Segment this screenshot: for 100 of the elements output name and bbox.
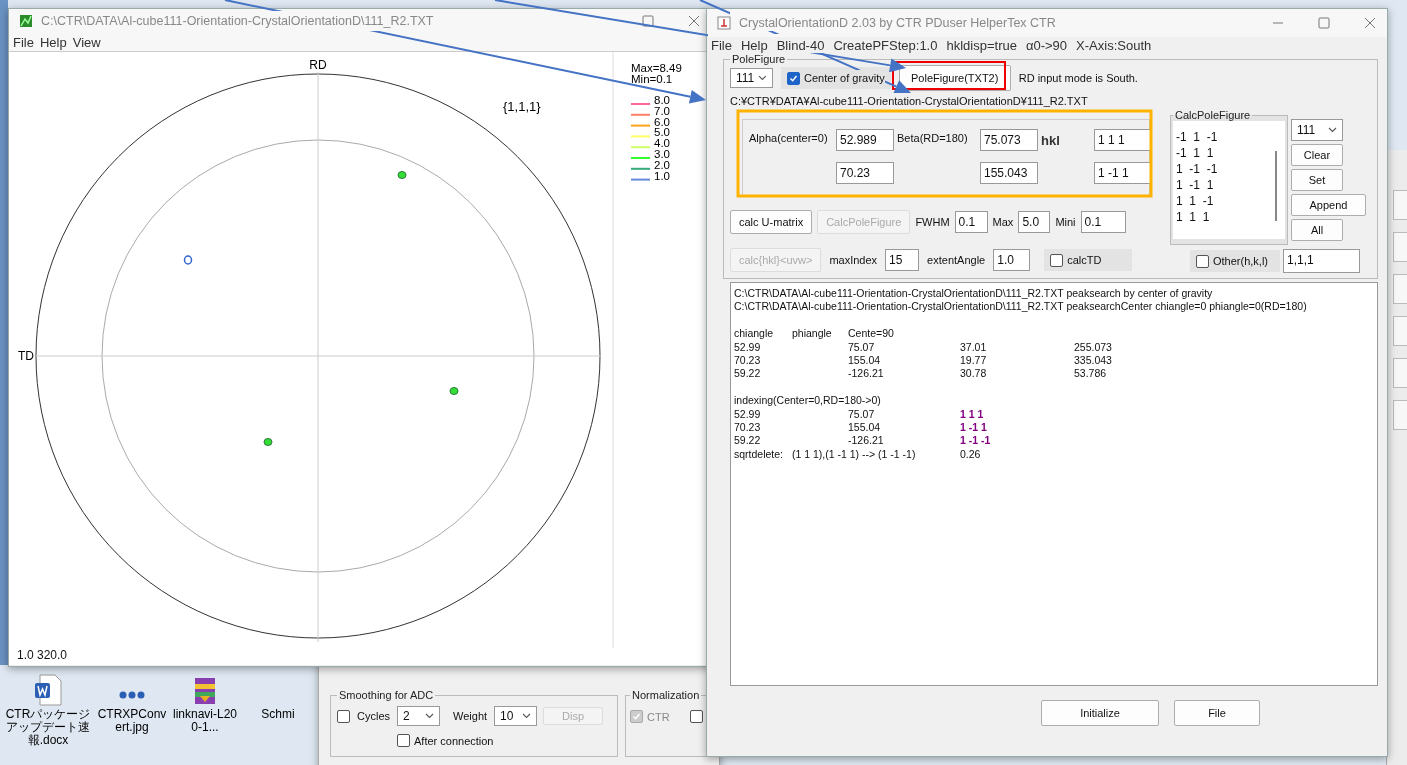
log-cell: 155.04 xyxy=(848,420,881,435)
weight-label: Weight xyxy=(453,710,488,722)
max-value: Max=8.49 xyxy=(631,62,682,74)
beta-field[interactable]: 155.043 xyxy=(980,162,1038,184)
extent-angle-field[interactable]: 1.0 xyxy=(993,249,1031,271)
action-button[interactable]: Initialize xyxy=(1041,700,1159,726)
menu-item[interactable]: Help xyxy=(39,34,67,50)
checkmark-icon xyxy=(632,712,641,721)
list-item[interactable]: 1 1 1 xyxy=(1176,209,1285,225)
max-label: Max xyxy=(992,216,1014,228)
side-button[interactable] xyxy=(1393,358,1407,388)
min-value: Min=0.1 xyxy=(631,73,673,85)
checkbox-label: Center of gravity xyxy=(804,72,885,84)
menu-item[interactable]: Help xyxy=(740,37,768,53)
desktop-icon-label[interactable]: CTRパッケージアップデート速報.docx xyxy=(2,708,94,747)
fwhm-field[interactable]: 0.1 xyxy=(954,211,988,233)
close-icon[interactable] xyxy=(1363,16,1377,30)
log-cell: 0.26 xyxy=(960,447,981,462)
menu-item[interactable]: View xyxy=(72,34,101,50)
side-button[interactable] xyxy=(1393,274,1407,304)
menu-item[interactable]: X-Axis:South xyxy=(1076,37,1152,53)
log-cell: 53.786 xyxy=(1074,367,1107,381)
checkbox[interactable] xyxy=(337,709,350,723)
file-path: C:¥CTR¥DATA¥Al-cube111-Orientation-CrystalOrientationD¥111_R2.TXT xyxy=(730,95,1089,107)
log-cell: chiangle xyxy=(734,327,774,341)
legend-label: 7.0 xyxy=(654,104,670,117)
calc-pole-figure-group: CalcPoleFigure -1 1 -1 -1 1 1 1 -1 -1 1 -1 1 1 1 -1 1 1 1 xyxy=(1170,109,1288,245)
log-cell: 1 1 1 xyxy=(960,407,984,421)
checkbox[interactable] xyxy=(397,734,410,747)
maximize-icon[interactable] xyxy=(641,14,655,28)
menu-item[interactable]: File xyxy=(711,37,732,53)
checkbox-label: Cycles xyxy=(357,710,390,722)
dropdown[interactable]: 111 xyxy=(1291,119,1343,141)
checkmark-icon xyxy=(789,73,798,83)
log-cell: 30.78 xyxy=(960,367,987,381)
peak-marker xyxy=(263,438,273,446)
side-button[interactable]: Append xyxy=(1291,194,1366,216)
dropdown[interactable]: 10 xyxy=(494,706,538,726)
axis-label: TD xyxy=(18,349,34,363)
menu-item[interactable]: α0->90 xyxy=(1025,37,1068,53)
pole-figure-group: PoleFigure 111 Center of gravity PoleFigure(TXT2) RD input mode is South. C:¥CTR¥DATA¥Al-cube111-Orientation-CrystalOrientationD¥111_R2.TXT Alpha(center=0) 52.989 Beta(RD=180) 75.073 hkl 1 1 1 70.23 155.043 1 -1 1 calc U-matrix CalcPoleFigure FWHM 0.1 Max 5.0 Mini 0.1 calc{hkl}<uvw> maxIndex 15 extentAngle 1.0 calcTD CalcPoleFigure -1 1 -1 -1 1 1 1 -1 -1 1 -1 1 1 1 -1 1 1 1 111 Clear Set Append All Other(h,k,l) 1,1,1 xyxy=(723,53,1378,279)
dropdown[interactable]: 111 xyxy=(730,68,773,88)
side-button[interactable] xyxy=(1393,316,1407,346)
checkbox[interactable] xyxy=(1050,253,1064,267)
chevron-icon xyxy=(425,713,434,719)
list-item[interactable]: 1 -1 -1 xyxy=(1176,161,1285,177)
side-button[interactable]: Clear xyxy=(1291,144,1343,166)
alpha-field[interactable]: 52.989 xyxy=(836,129,894,151)
list-item[interactable]: 1 1 -1 xyxy=(1176,193,1285,209)
log-cell: 70.23 xyxy=(734,353,761,368)
menu-item[interactable]: CreatePFStep:1.0 xyxy=(833,37,938,53)
menu-item[interactable]: hkldisp=true xyxy=(946,37,1017,53)
side-button[interactable]: Set xyxy=(1291,169,1343,191)
dropdown[interactable]: 2 xyxy=(397,706,440,726)
side-button[interactable] xyxy=(1393,190,1407,220)
scrollbar[interactable] xyxy=(1275,151,1277,221)
desktop-icon-label[interactable]: CTRXPConvert.jpg xyxy=(97,708,167,734)
log-cell: 52.99 xyxy=(734,340,761,354)
hkl-input-field[interactable]: 1,1,1 xyxy=(1283,249,1360,273)
checkbox-label: CTR xyxy=(647,710,670,723)
hkl-field[interactable]: 1 -1 1 xyxy=(1094,162,1152,184)
desktop-icon-label[interactable]: Schmi xyxy=(261,708,295,721)
action-button[interactable]: File xyxy=(1174,700,1260,726)
list-item[interactable]: -1 1 1 xyxy=(1176,145,1285,161)
side-button[interactable] xyxy=(1393,400,1407,430)
mode-text: RD input mode is South. xyxy=(1018,72,1138,84)
legend-label: 2.0 xyxy=(654,158,670,171)
menu-item[interactable]: Blind-40 xyxy=(776,37,825,53)
checkbox[interactable] xyxy=(689,710,703,723)
maximize-icon[interactable] xyxy=(1317,16,1331,30)
window-title: CrystalOrientationD 2.03 by CTR PDuser HelperTex CTR xyxy=(739,16,1057,30)
legend-label: 3.0 xyxy=(654,148,670,160)
side-button[interactable]: All xyxy=(1291,219,1343,241)
menu-item[interactable]: File xyxy=(13,34,34,50)
beta-label: Beta(RD=180) xyxy=(897,131,969,144)
alpha-field[interactable]: 70.23 xyxy=(836,162,894,184)
mini-field[interactable]: 0.1 xyxy=(1080,211,1126,233)
log-cell: 1 -1 -1 xyxy=(960,434,991,448)
log-cell: sqrtdelete: xyxy=(734,447,784,462)
list-item[interactable]: -1 1 -1 xyxy=(1176,129,1285,145)
hkl-field[interactable]: 1 1 1 xyxy=(1094,129,1152,151)
log-cell: 59.22 xyxy=(734,367,761,381)
log-cell: 59.22 xyxy=(734,434,761,448)
checkbox[interactable] xyxy=(787,71,800,85)
beta-field[interactable]: 75.073 xyxy=(980,129,1038,151)
max-field[interactable]: 5.0 xyxy=(1018,211,1051,233)
side-button[interactable] xyxy=(1393,232,1407,262)
checkbox[interactable] xyxy=(1196,254,1209,268)
checkbox-label: Other(h,k,l) xyxy=(1213,255,1268,267)
hkl-label: hkl xyxy=(1041,132,1061,148)
calc-u-matrix-button[interactable]: calc U-matrix xyxy=(730,210,813,234)
list-item[interactable]: 1 -1 1 xyxy=(1176,177,1285,193)
max-index-field[interactable]: 15 xyxy=(885,249,920,271)
desktop-icon-label[interactable]: linknavi-L200-1... xyxy=(170,708,240,734)
peak-marker xyxy=(183,255,193,265)
log-cell: 155.04 xyxy=(848,353,881,368)
log-cell: phiangle xyxy=(792,327,832,341)
close-icon[interactable] xyxy=(687,14,701,28)
peak-marker xyxy=(397,171,407,179)
legend-label: 1.0 xyxy=(654,169,670,182)
